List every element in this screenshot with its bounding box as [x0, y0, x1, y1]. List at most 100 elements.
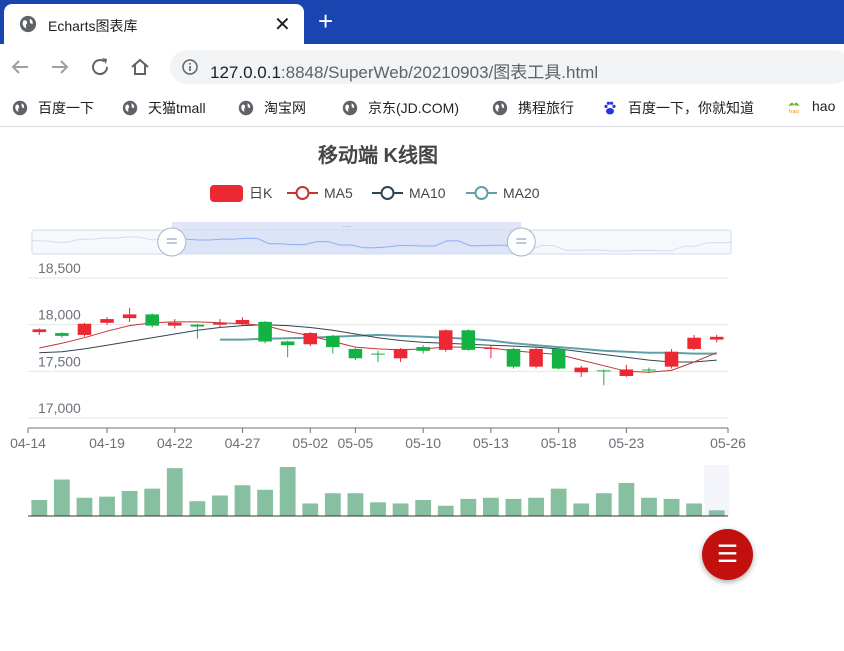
x-tick-label: 05-05	[338, 435, 374, 451]
candle-body	[393, 348, 408, 359]
zoom-handle-circle	[157, 227, 187, 257]
legend-item[interactable]: 日K	[210, 185, 273, 202]
bookmark-item[interactable]: 百度一下	[12, 98, 94, 118]
legend-marker	[295, 186, 310, 200]
globe-icon	[238, 100, 254, 116]
volume-bar	[121, 490, 138, 516]
legend-item[interactable]: MA20	[466, 185, 540, 201]
y-tick-label: 18,000	[38, 307, 81, 323]
volume-highlight	[704, 465, 730, 516]
candle	[574, 365, 588, 377]
volume-bar	[279, 467, 296, 516]
reload-icon[interactable]	[88, 55, 112, 79]
candle-body	[280, 341, 295, 346]
candle	[55, 332, 69, 338]
legend-item[interactable]: MA10	[372, 185, 446, 201]
candle-body	[100, 319, 114, 323]
volume-bar	[686, 503, 703, 516]
candle	[100, 317, 114, 325]
hao123-icon: hao	[788, 102, 800, 114]
candle	[529, 348, 543, 369]
candle-body	[213, 322, 227, 325]
bookmark-item[interactable]: 淘宝网	[238, 98, 306, 118]
volume-bar	[505, 498, 522, 516]
svg-text:hao: hao	[789, 109, 800, 114]
candle-body	[664, 351, 679, 367]
candle-body	[190, 324, 205, 327]
candle	[506, 348, 521, 369]
bookmark-label: 百度一下	[38, 100, 94, 116]
info-icon[interactable]	[182, 59, 198, 75]
tab-title: Echarts图表库	[48, 18, 138, 34]
candle	[32, 328, 47, 335]
candle	[551, 347, 566, 370]
globe-icon	[342, 100, 358, 116]
bookmark-label: 京东(JD.COM)	[368, 100, 459, 116]
volume-bar	[302, 503, 319, 516]
volume-bar	[460, 498, 477, 516]
tab-bar: Echarts图表库 ✕ +	[0, 0, 844, 44]
x-tick-label: 04-22	[157, 435, 193, 451]
x-tick-label: 04-14	[10, 435, 46, 451]
legend-label: MA20	[503, 185, 540, 201]
legend-label: MA5	[324, 185, 353, 201]
x-tick-label: 05-13	[473, 435, 509, 451]
volume-bar	[708, 510, 725, 516]
browser-tab[interactable]: Echarts图表库 ✕	[4, 4, 304, 44]
candle	[461, 329, 476, 351]
bookmark-item[interactable]: 百度一下，你就知道	[602, 98, 754, 118]
volume-bar	[99, 496, 115, 516]
new-tab-button[interactable]: +	[318, 8, 333, 34]
zoom-handle-end[interactable]	[506, 227, 536, 257]
candle	[77, 322, 92, 337]
candle	[597, 369, 611, 386]
bookmark-item[interactable]: 京东(JD.COM)	[342, 98, 459, 118]
volume-bar	[347, 493, 364, 516]
volume-bar	[392, 503, 409, 516]
zoom-drag-grip: ⋯	[343, 222, 351, 231]
forward-arrow-icon[interactable]	[48, 55, 72, 79]
candle-body	[168, 322, 182, 326]
volume-bar	[234, 485, 251, 516]
volume-bar	[370, 502, 386, 516]
y-tick-label: 17,000	[38, 400, 81, 416]
candle	[438, 329, 453, 352]
candle-body	[551, 348, 566, 369]
globe-icon	[19, 15, 37, 33]
volume-bar	[437, 505, 454, 516]
globe-icon	[122, 100, 138, 116]
close-tab-button[interactable]: ✕	[274, 12, 291, 37]
candle	[348, 348, 363, 361]
menu-fab-button[interactable]: ☰	[702, 529, 753, 580]
x-tick-label: 05-10	[405, 435, 441, 451]
home-icon[interactable]	[128, 55, 152, 79]
candle	[709, 334, 724, 343]
volume-bar	[550, 488, 567, 516]
candle	[168, 319, 182, 329]
x-tick-label: 05-18	[541, 435, 577, 451]
legend-item[interactable]: MA5	[287, 185, 353, 201]
bookmark-item[interactable]: 携程旅行	[492, 98, 574, 118]
baidu-paw-icon	[604, 101, 616, 115]
bookmark-item[interactable]: hao hao	[786, 98, 835, 114]
zoom-handle-circle	[506, 227, 536, 257]
globe-icon	[492, 100, 508, 116]
bookmark-item[interactable]: 天猫tmall	[122, 98, 206, 118]
volume-bar	[166, 468, 183, 516]
back-arrow-icon[interactable]	[8, 55, 32, 79]
zoom-handle-start[interactable]	[157, 227, 187, 257]
volume-bar	[324, 493, 341, 516]
candle-body	[145, 314, 159, 326]
candle-body	[303, 333, 318, 345]
candle	[619, 364, 634, 377]
volume-bar	[641, 497, 657, 516]
bookmark-label: 携程旅行	[518, 100, 574, 116]
candle-body	[416, 347, 430, 351]
candle-body	[32, 329, 47, 333]
address-bar[interactable]: 127.0.0.1:8848/SuperWeb/20210903/图表工具.ht…	[170, 50, 844, 84]
candle	[326, 334, 340, 354]
candle-body	[235, 320, 250, 324]
candle-body	[574, 367, 588, 373]
volume-bar	[663, 498, 680, 516]
volume-bar	[212, 495, 228, 516]
